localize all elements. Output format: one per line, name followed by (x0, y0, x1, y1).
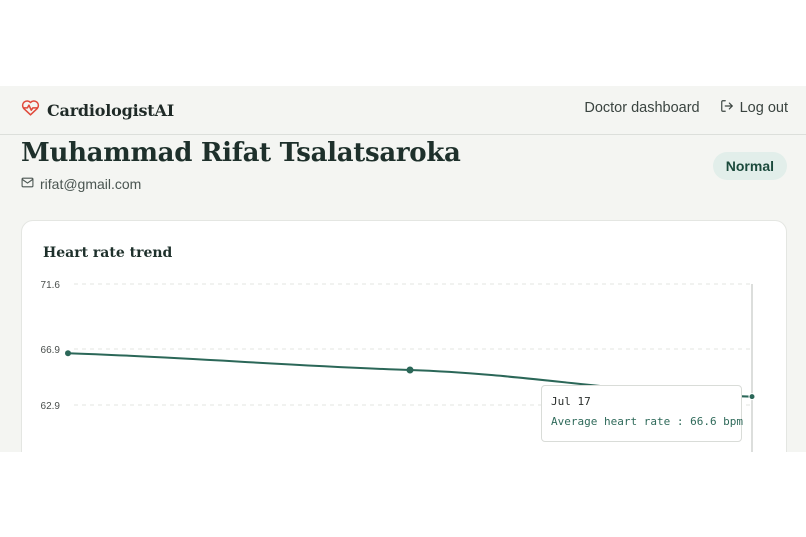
status-badge: Normal (712, 152, 787, 180)
data-point (65, 350, 71, 357)
patient-email-row: rifat@gmail.com (21, 176, 141, 192)
brand-name: CardiologistAI (47, 100, 174, 120)
tooltip-value: Average heart rate : 66.6 bpm (551, 415, 744, 428)
nav-actions: Doctor dashboard Log out (584, 99, 788, 117)
patient-email: rifat@gmail.com (40, 176, 142, 192)
y-tick-label: 62.9 (41, 401, 61, 412)
data-point (406, 366, 414, 374)
top-navbar: CardiologistAI Doctor dashboard Log out (0, 86, 806, 135)
y-tick-label: 71.6 (41, 280, 61, 291)
tooltip-date: Jul 17 (551, 395, 591, 408)
logout-button[interactable]: Log out (720, 99, 788, 117)
app-shell: CardiologistAI Doctor dashboard Log out … (0, 86, 806, 452)
data-point (748, 393, 756, 401)
chart-tooltip: Jul 17 Average heart rate : 66.6 bpm (541, 385, 744, 442)
heart-pulse-icon (21, 99, 40, 121)
patient-name: Muhammad Rifat Tsalatsaroka (21, 138, 461, 168)
doctor-dashboard-link[interactable]: Doctor dashboard (584, 100, 699, 116)
brand-logo[interactable]: CardiologistAI (21, 99, 174, 121)
y-tick-label: 66.9 (41, 345, 61, 356)
logout-label: Log out (739, 100, 788, 116)
heart-rate-card: Heart rate trend 71.6 66.9 62.9 Jul 17 Ave… (21, 220, 787, 452)
mail-icon (21, 176, 34, 192)
log-out-icon (720, 99, 734, 117)
